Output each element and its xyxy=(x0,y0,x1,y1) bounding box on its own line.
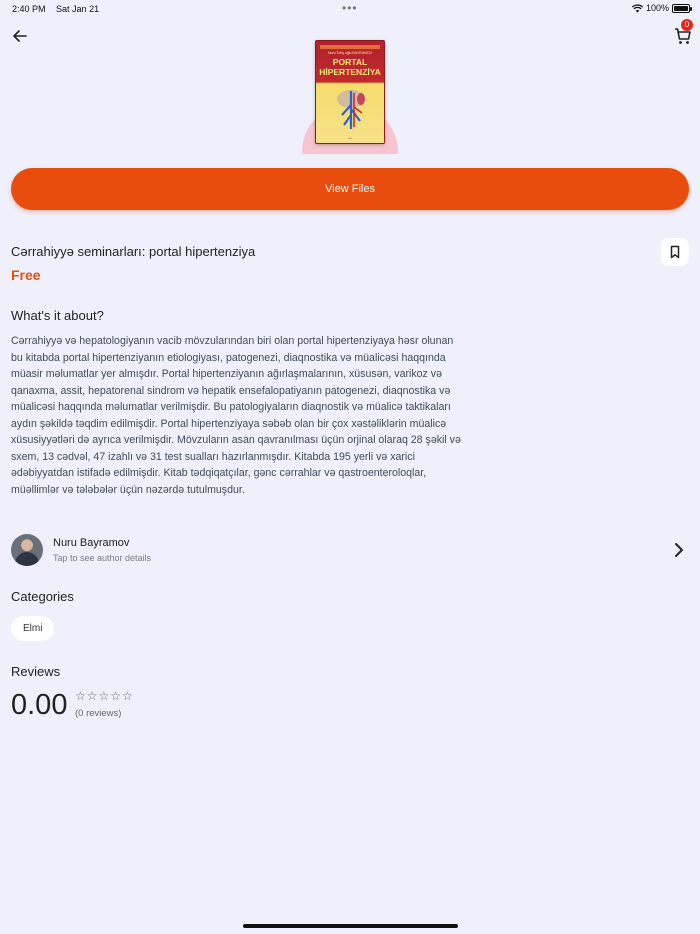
book-cover-image: Nuru Tofiq oğlu BAYRAMOV PORTAL HİPERTEN… xyxy=(315,40,385,144)
about-heading: What's it about? xyxy=(11,308,104,323)
view-files-button[interactable]: View Files xyxy=(11,168,689,210)
multitask-dots[interactable]: ••• xyxy=(342,1,358,15)
reviews-heading: Reviews xyxy=(11,664,61,679)
cover-top-band xyxy=(320,45,380,49)
cart-count-badge: 0 xyxy=(681,19,693,31)
arrow-left-icon xyxy=(13,30,27,42)
rating-value: 0.00 xyxy=(11,689,68,721)
author-row[interactable]: Nuru Bayramov Tap to see author details xyxy=(11,534,689,568)
chevron-right-icon xyxy=(675,543,683,557)
battery-icon xyxy=(672,3,692,13)
status-right: 100% xyxy=(631,3,692,13)
price-label: Free xyxy=(11,267,41,283)
star-rating-icons: ☆☆☆☆☆ xyxy=(75,689,134,703)
author-subtitle: Tap to see author details xyxy=(53,553,152,563)
reviews-count: (0 reviews) xyxy=(75,708,122,719)
category-chip[interactable]: Elmi xyxy=(11,616,55,641)
cover-publisher: ••• xyxy=(348,136,352,140)
bookmark-button[interactable] xyxy=(661,238,689,266)
cover-author: Nuru Tofiq oğlu BAYRAMOV xyxy=(327,51,373,55)
cover-title: PORTAL HİPERTENZİYA xyxy=(316,57,384,77)
categories-heading: Categories xyxy=(11,589,74,604)
status-left: 2:40 PM Sat Jan 21 xyxy=(12,4,107,14)
back-button[interactable] xyxy=(10,26,30,46)
status-time: 2:40 PM xyxy=(12,4,46,14)
cover-title-line2: HİPERTENZİYA xyxy=(319,67,381,77)
home-indicator[interactable] xyxy=(243,924,458,928)
about-description: Cərrahiyyə və hepatologiyanın vacib mövz… xyxy=(11,335,461,496)
wifi-icon xyxy=(631,3,643,12)
cover-title-line1: PORTAL xyxy=(332,57,368,67)
author-avatar xyxy=(11,534,43,566)
battery-percent: 100% xyxy=(645,3,669,13)
liver-illustration xyxy=(337,90,365,129)
status-date: Sat Jan 21 xyxy=(56,4,100,14)
avatar-body xyxy=(15,552,39,566)
book-title: Cərrahiyyə seminarları: portal hipertenz… xyxy=(11,244,256,259)
bookmark-icon xyxy=(670,245,680,259)
status-bar: 2:40 PM Sat Jan 21 ••• 100% xyxy=(0,0,700,18)
author-name: Nuru Bayramov xyxy=(53,537,130,549)
